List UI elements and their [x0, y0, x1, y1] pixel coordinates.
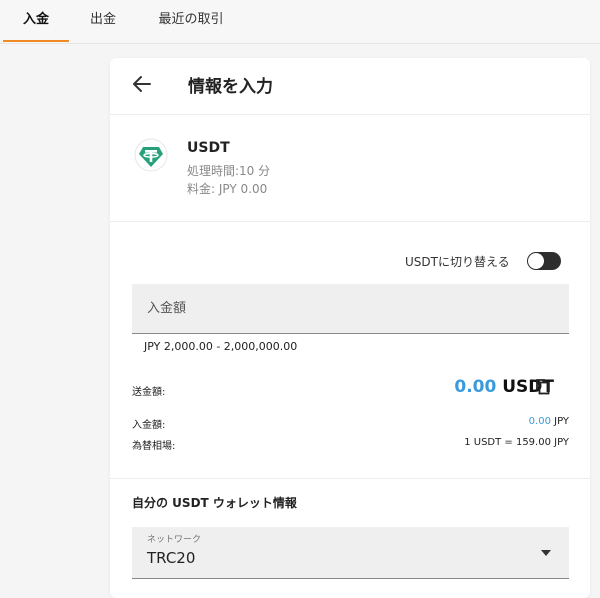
deposit-amount-input[interactable]: [132, 284, 569, 334]
send-amount-number: 0.00: [454, 377, 497, 397]
chevron-down-icon: [541, 550, 551, 556]
fee: 料金: JPY 0.00: [187, 182, 268, 196]
deposit-amount-currency: JPY: [554, 416, 569, 427]
deposit-amount-number: 0.00: [528, 416, 551, 427]
exchange-rate-label: 為替相場:: [132, 441, 176, 452]
arrow-left-icon[interactable]: [130, 72, 154, 96]
tab-deposit[interactable]: 入金: [3, 0, 69, 42]
wallet-section-title: 自分の USDT ウォレット情報: [132, 496, 297, 510]
send-amount-label: 送金額:: [132, 387, 166, 398]
copy-icon[interactable]: [536, 379, 550, 395]
network-value: TRC20: [147, 549, 196, 567]
active-tab-indicator: [3, 40, 69, 42]
toggle-knob: [528, 253, 544, 269]
tether-icon: [134, 138, 168, 172]
coin-info: [110, 115, 590, 222]
usdt-switch-toggle[interactable]: [527, 252, 561, 270]
amount-range: JPY 2,000.00 - 2,000,000.00: [144, 340, 298, 353]
processing-time: 処理時間:10 分: [187, 164, 271, 178]
deposit-amount-value: 0.00 JPY: [529, 416, 569, 427]
tab-recent-transactions[interactable]: 最近の取引: [148, 0, 234, 42]
section-divider: [110, 478, 590, 479]
toggle-label: USDTに切り替える: [405, 255, 510, 269]
deposit-card: 情報を入力 USDT 処理時間:10 分 料金: JPY 0.00 USDTに切…: [110, 58, 590, 598]
page-title: 情報を入力: [188, 77, 273, 97]
exchange-rate-value: 1 USDT = 159.00 JPY: [464, 437, 569, 448]
deposit-amount-label: 入金額:: [132, 420, 166, 431]
card-header: 情報を入力: [110, 58, 590, 115]
network-label: ネットワーク: [147, 535, 202, 545]
top-tab-bar: 入金 出金 最近の取引: [0, 0, 600, 44]
network-select[interactable]: ネットワーク TRC20: [132, 527, 569, 579]
tab-withdraw[interactable]: 出金: [77, 0, 129, 42]
coin-name: USDT: [187, 140, 230, 156]
